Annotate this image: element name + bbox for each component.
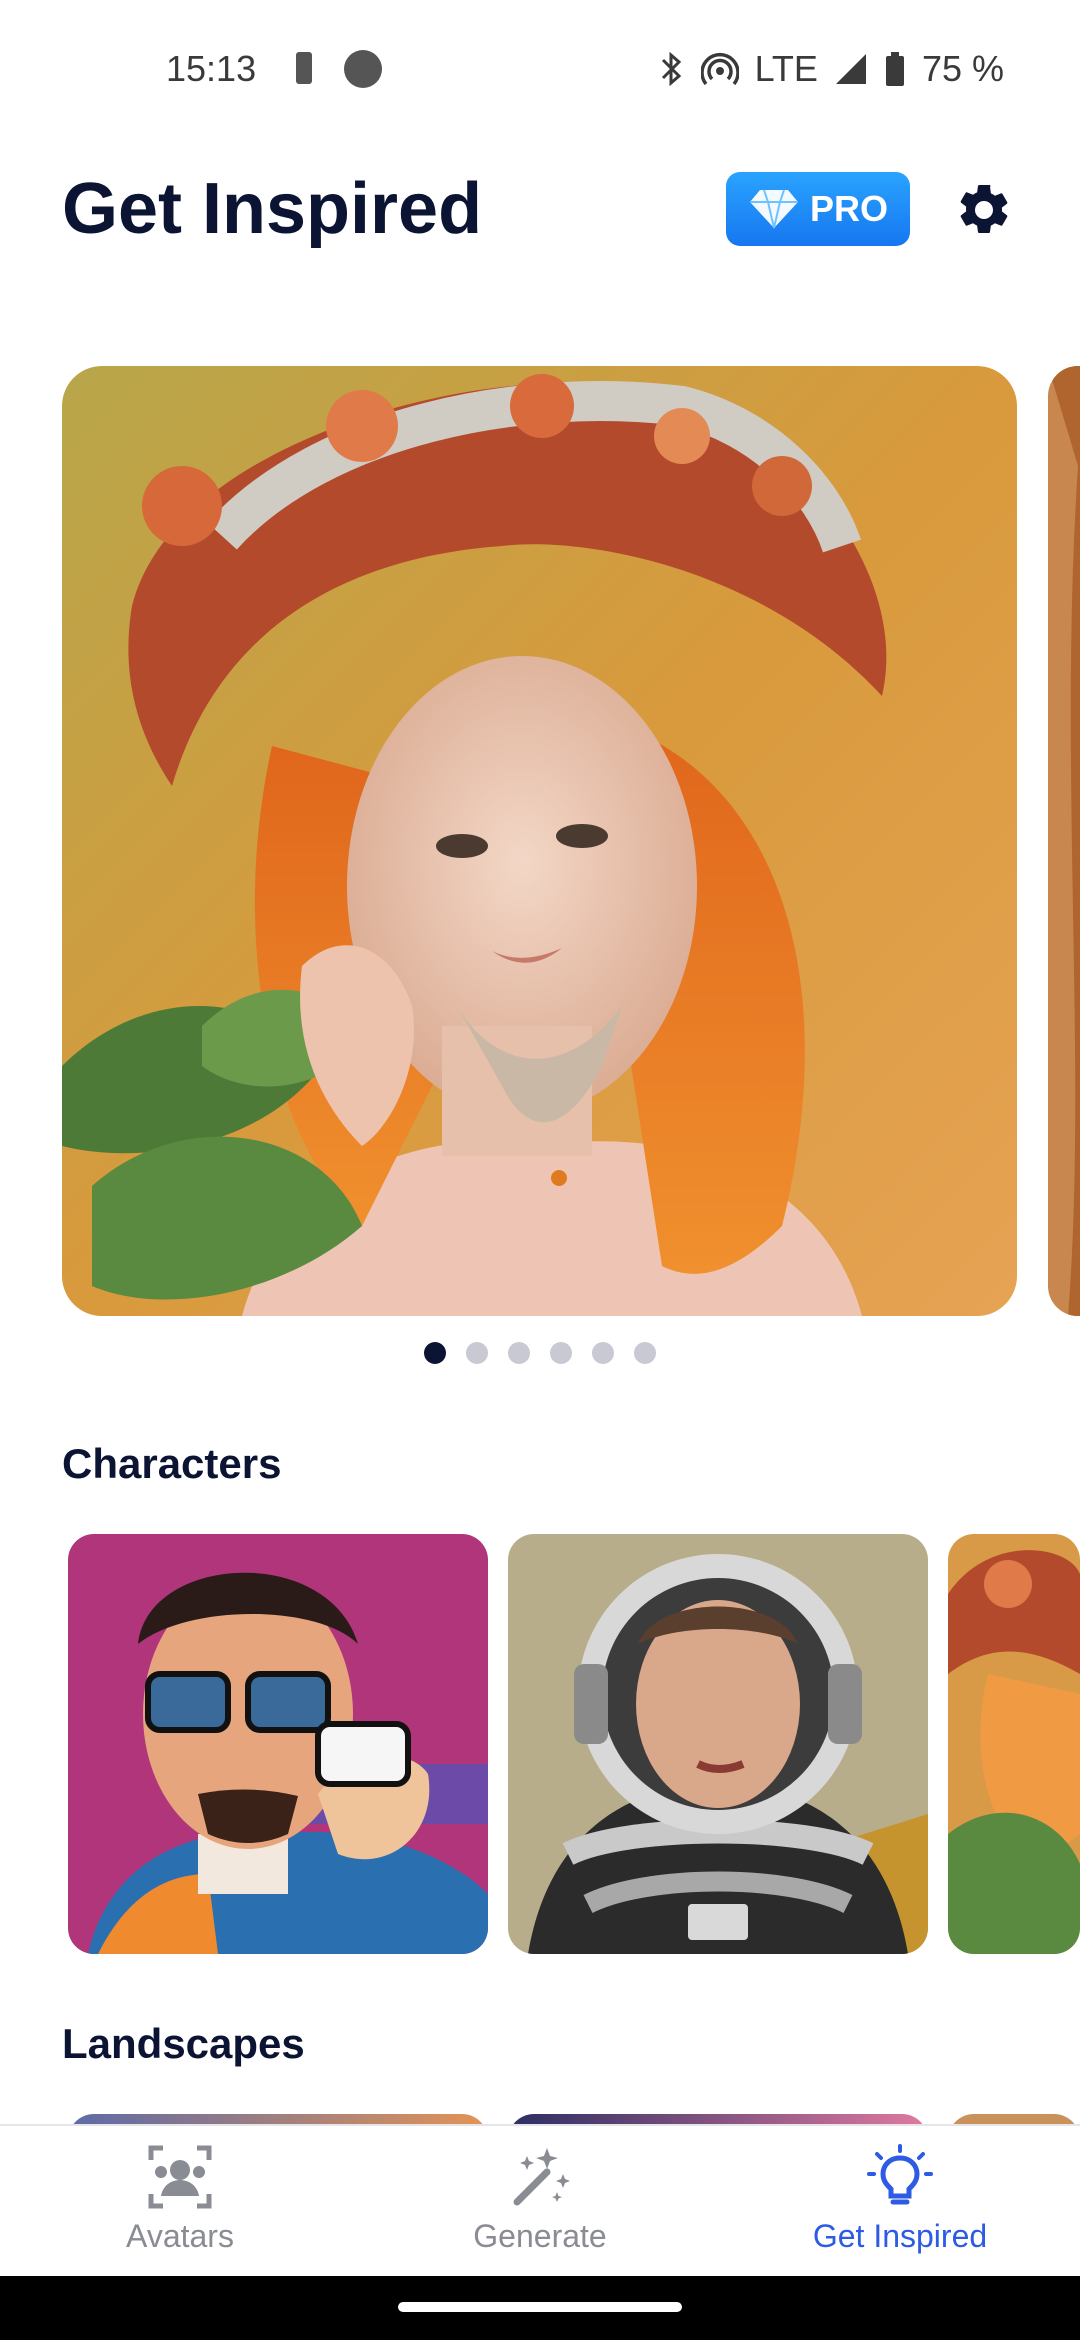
- settings-button[interactable]: [950, 176, 1018, 244]
- next-artwork-image: [1048, 366, 1080, 1316]
- featured-artwork-image: [62, 366, 1017, 1316]
- nav-item-get-inspired[interactable]: Get Inspired: [720, 2126, 1080, 2276]
- network-type: LTE: [754, 48, 818, 89]
- bluetooth-icon: [661, 51, 681, 87]
- status-time: 15:13: [166, 48, 257, 89]
- carousel-dot[interactable]: [592, 1342, 614, 1364]
- battery-saver-icon: [296, 52, 312, 84]
- status-indicators: LTE 75 %: [657, 48, 1004, 90]
- avatars-icon: [148, 2145, 212, 2209]
- carousel-dot[interactable]: [466, 1342, 488, 1364]
- nav-label-get-inspired: Get Inspired: [812, 2218, 988, 2254]
- section-title-characters: Characters: [62, 1440, 282, 1487]
- diamond-icon: [749, 189, 798, 229]
- gear-icon: [960, 184, 1008, 233]
- nav-label-generate: Generate: [473, 2218, 607, 2254]
- character-card-partial[interactable]: [948, 1534, 1080, 1954]
- character-card[interactable]: [508, 1534, 928, 1954]
- notification-dot-icon: [344, 50, 382, 88]
- status-bar: 15:13 LTE 75 %: [0, 0, 1080, 140]
- carousel-indicator: [0, 1342, 1080, 1364]
- carousel-dot[interactable]: [508, 1342, 530, 1364]
- home-gesture-handle[interactable]: [398, 2302, 682, 2312]
- signal-icon: [835, 54, 866, 84]
- featured-artwork-card[interactable]: [62, 366, 1017, 1316]
- next-artwork-card[interactable]: [1048, 366, 1080, 1316]
- lightbulb-icon: [867, 2144, 933, 2205]
- character-image: [948, 1534, 1080, 1954]
- nav-item-generate[interactable]: Generate: [360, 2126, 720, 2276]
- pro-upgrade-button[interactable]: PRO: [726, 172, 910, 246]
- hotspot-icon: [700, 53, 739, 86]
- character-image: [68, 1534, 488, 1954]
- carousel-dot[interactable]: [424, 1342, 446, 1364]
- nav-item-avatars[interactable]: Avatars: [0, 2126, 360, 2276]
- battery-icon: [885, 52, 904, 86]
- carousel-dot[interactable]: [634, 1342, 656, 1364]
- page-title: Get Inspired: [62, 169, 483, 249]
- section-title-landscapes: Landscapes: [62, 2020, 305, 2067]
- battery-percent: 75 %: [921, 48, 1004, 89]
- magic-wand-icon: [513, 2148, 570, 2206]
- character-card[interactable]: [68, 1534, 488, 1954]
- character-image: [508, 1534, 928, 1954]
- nav-label-avatars: Avatars: [126, 2218, 234, 2254]
- pro-label: PRO: [809, 188, 888, 229]
- bottom-navigation: Avatars Generate Get Inspired: [0, 2124, 1080, 2276]
- carousel-dot[interactable]: [550, 1342, 572, 1364]
